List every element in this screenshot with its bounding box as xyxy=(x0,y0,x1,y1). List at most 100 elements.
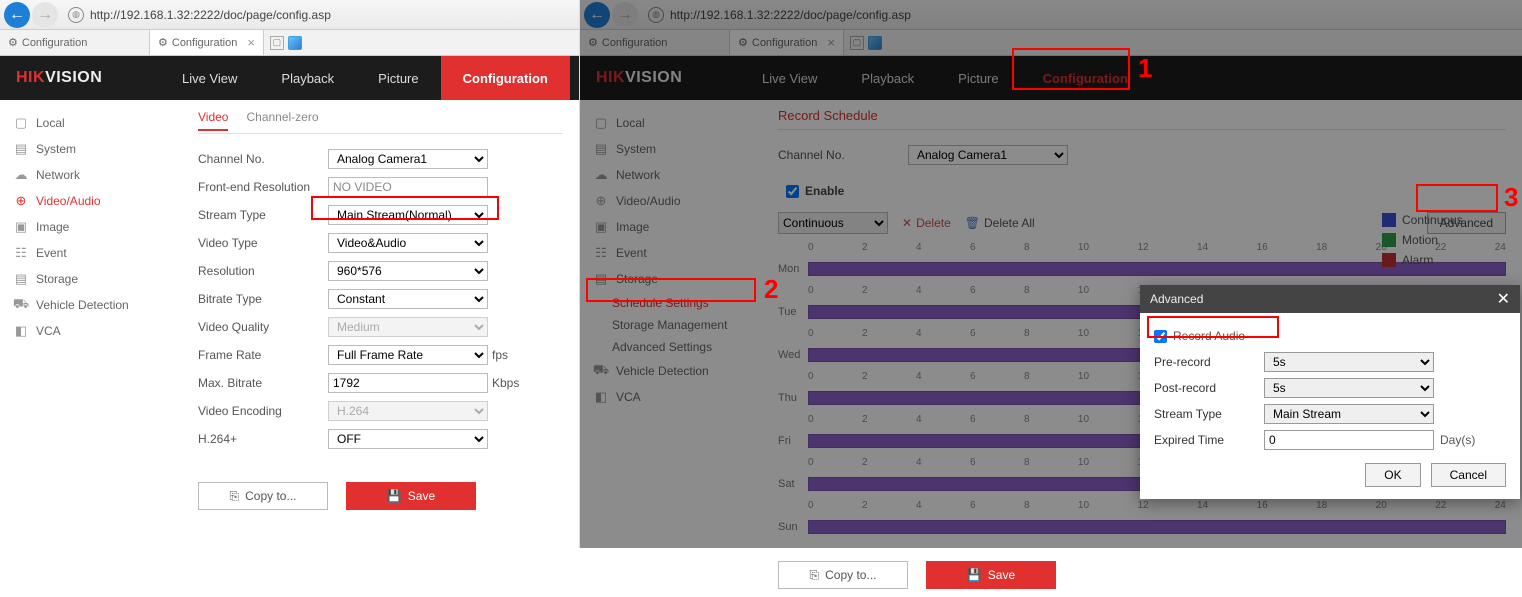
sidebar-item-vehicle[interactable]: ⛟Vehicle Detection xyxy=(580,358,760,384)
sidebar-item-storage[interactable]: ▤Storage xyxy=(0,266,170,292)
sidebar-item-vehicle[interactable]: ⛟Vehicle Detection xyxy=(0,292,170,318)
back-button[interactable]: ← xyxy=(584,2,610,28)
nav-configuration[interactable]: Configuration xyxy=(1021,56,1150,100)
sidebar-item-image[interactable]: ▣Image xyxy=(580,214,760,240)
nav-live-view[interactable]: Live View xyxy=(160,56,259,100)
select-schedule-mode[interactable]: Continuous xyxy=(778,212,888,234)
select-video-quality: Medium xyxy=(328,317,488,337)
gear-icon: ⚙ xyxy=(588,36,598,49)
close-icon[interactable]: × xyxy=(247,35,255,50)
copy-to-button[interactable]: ⎘Copy to... xyxy=(778,561,908,589)
nav-playback[interactable]: Playback xyxy=(259,56,356,100)
select-h264p[interactable]: OFF xyxy=(328,429,488,449)
ie-icon[interactable] xyxy=(288,36,302,50)
new-tab-icon[interactable]: ▢ xyxy=(270,36,284,50)
nav-playback[interactable]: Playback xyxy=(839,56,936,100)
label-video-type: Video Type xyxy=(198,236,328,250)
browser-tab-0[interactable]: ⚙Configuration xyxy=(0,30,150,55)
subtab-channel-zero[interactable]: Channel-zero xyxy=(246,110,318,131)
label-video-quality: Video Quality xyxy=(198,320,328,334)
back-button[interactable]: ← xyxy=(4,2,30,28)
vca-icon: ◧ xyxy=(594,390,608,404)
record-audio-checkbox[interactable] xyxy=(1154,330,1167,343)
save-button[interactable]: 💾Save xyxy=(926,561,1056,589)
browser-bar: ← → ◍ http://192.168.1.32:2222/doc/page/… xyxy=(580,0,1522,30)
sidebar-item-local[interactable]: ▢Local xyxy=(580,110,760,136)
label-resolution: Resolution xyxy=(198,264,328,278)
ie-icon[interactable] xyxy=(868,36,882,50)
input-max-bitrate[interactable] xyxy=(328,373,488,393)
select-resolution[interactable]: 960*576 xyxy=(328,261,488,281)
select-channel[interactable]: Analog Camera1 xyxy=(908,145,1068,165)
sidebar-item-image[interactable]: ▣Image xyxy=(0,214,170,240)
select-video-type[interactable]: Video&Audio xyxy=(328,233,488,253)
top-nav: HIKVISION Live View Playback Picture Con… xyxy=(580,56,1522,100)
copy-icon: ⎘ xyxy=(810,568,820,583)
sidebar-item-storage[interactable]: ▤Storage xyxy=(580,266,760,292)
browser-tab-1[interactable]: ⚙Configuration× xyxy=(730,30,844,55)
browser-tab-1[interactable]: ⚙Configuration× xyxy=(150,30,264,55)
sidebar-item-event[interactable]: ☷Event xyxy=(580,240,760,266)
close-icon[interactable]: × xyxy=(827,35,835,50)
annotation-1: 1 xyxy=(1138,53,1152,84)
url-text[interactable]: http://192.168.1.32:2222/doc/page/config… xyxy=(88,8,575,22)
nav-configuration[interactable]: Configuration xyxy=(441,56,570,100)
delete-button[interactable]: ✕Delete xyxy=(902,216,951,230)
label-stream-type: Stream Type xyxy=(1154,407,1264,421)
schedule-row-sun[interactable]: Sun xyxy=(778,511,1506,543)
ok-button[interactable]: OK xyxy=(1365,463,1420,487)
delete-all-button[interactable]: 🗑Delete All xyxy=(965,216,1035,230)
select-stream-type[interactable]: Main Stream(Normal) xyxy=(328,205,488,225)
nav-picture[interactable]: Picture xyxy=(936,56,1020,100)
sidebar-item-local[interactable]: ▢Local xyxy=(0,110,170,136)
label-channel: Channel No. xyxy=(198,152,328,166)
tab-bar: ⚙Configuration ⚙Configuration× ▢ xyxy=(0,30,579,56)
select-stream-type[interactable]: Main Stream xyxy=(1264,404,1434,424)
legend-swatch-motion xyxy=(1382,233,1396,247)
label-max-bitrate: Max. Bitrate xyxy=(198,376,328,390)
sidebar-item-system[interactable]: ▤System xyxy=(0,136,170,162)
label-stream-type: Stream Type xyxy=(198,208,328,222)
select-post-record[interactable]: 5s xyxy=(1264,378,1434,398)
sidebar-item-videoaudio[interactable]: ⊕Video/Audio xyxy=(0,188,170,214)
cancel-button[interactable]: Cancel xyxy=(1431,463,1506,487)
image-icon: ▣ xyxy=(14,220,28,234)
sidebar-sub-mgmt[interactable]: Storage Management xyxy=(580,314,760,336)
sidebar-item-network[interactable]: ☁Network xyxy=(0,162,170,188)
sidebar-item-vca[interactable]: ◧VCA xyxy=(580,384,760,410)
record-audio-label: Record Audio xyxy=(1173,329,1245,343)
nav-live-view[interactable]: Live View xyxy=(740,56,839,100)
url-text[interactable]: http://192.168.1.32:2222/doc/page/config… xyxy=(668,8,1518,22)
logo: HIKVISION xyxy=(580,69,740,87)
save-icon: 💾 xyxy=(387,489,402,503)
select-pre-record[interactable]: 5s xyxy=(1264,352,1434,372)
sidebar-item-videoaudio[interactable]: ⊕Video/Audio xyxy=(580,188,760,214)
sidebar-item-event[interactable]: ☷Event xyxy=(0,240,170,266)
select-frame-rate[interactable]: Full Frame Rate xyxy=(328,345,488,365)
select-channel[interactable]: Analog Camera1 xyxy=(328,149,488,169)
gear-icon: ⚙ xyxy=(738,36,748,49)
sidebar-item-vca[interactable]: ◧VCA xyxy=(0,318,170,344)
annotation-2: 2 xyxy=(764,274,778,305)
sidebar-sub-schedule[interactable]: Schedule Settings xyxy=(580,292,760,314)
browser-tab-0[interactable]: ⚙Configuration xyxy=(580,30,730,55)
sidebar-item-system[interactable]: ▤System xyxy=(580,136,760,162)
sidebar-item-network[interactable]: ☁Network xyxy=(580,162,760,188)
label-bitrate-type: Bitrate Type xyxy=(198,292,328,306)
advanced-dialog: Advanced✕ Record Audio Pre-record5s Post… xyxy=(1140,285,1520,499)
gear-icon: ⚙ xyxy=(8,36,18,49)
section-title: Record Schedule xyxy=(778,108,1506,130)
gear-icon: ⚙ xyxy=(158,36,168,49)
label-channel: Channel No. xyxy=(778,148,908,162)
label-expired-time: Expired Time xyxy=(1154,433,1264,447)
sidebar-sub-advanced[interactable]: Advanced Settings xyxy=(580,336,760,358)
save-button[interactable]: 💾Save xyxy=(346,482,476,510)
close-icon[interactable]: ✕ xyxy=(1497,289,1510,309)
select-bitrate-type[interactable]: Constant xyxy=(328,289,488,309)
subtab-video[interactable]: Video xyxy=(198,110,228,131)
new-tab-icon[interactable]: ▢ xyxy=(850,36,864,50)
enable-checkbox[interactable] xyxy=(786,185,799,198)
input-expired-time[interactable] xyxy=(1264,430,1434,450)
nav-picture[interactable]: Picture xyxy=(356,56,440,100)
copy-to-button[interactable]: ⎘Copy to... xyxy=(198,482,328,510)
